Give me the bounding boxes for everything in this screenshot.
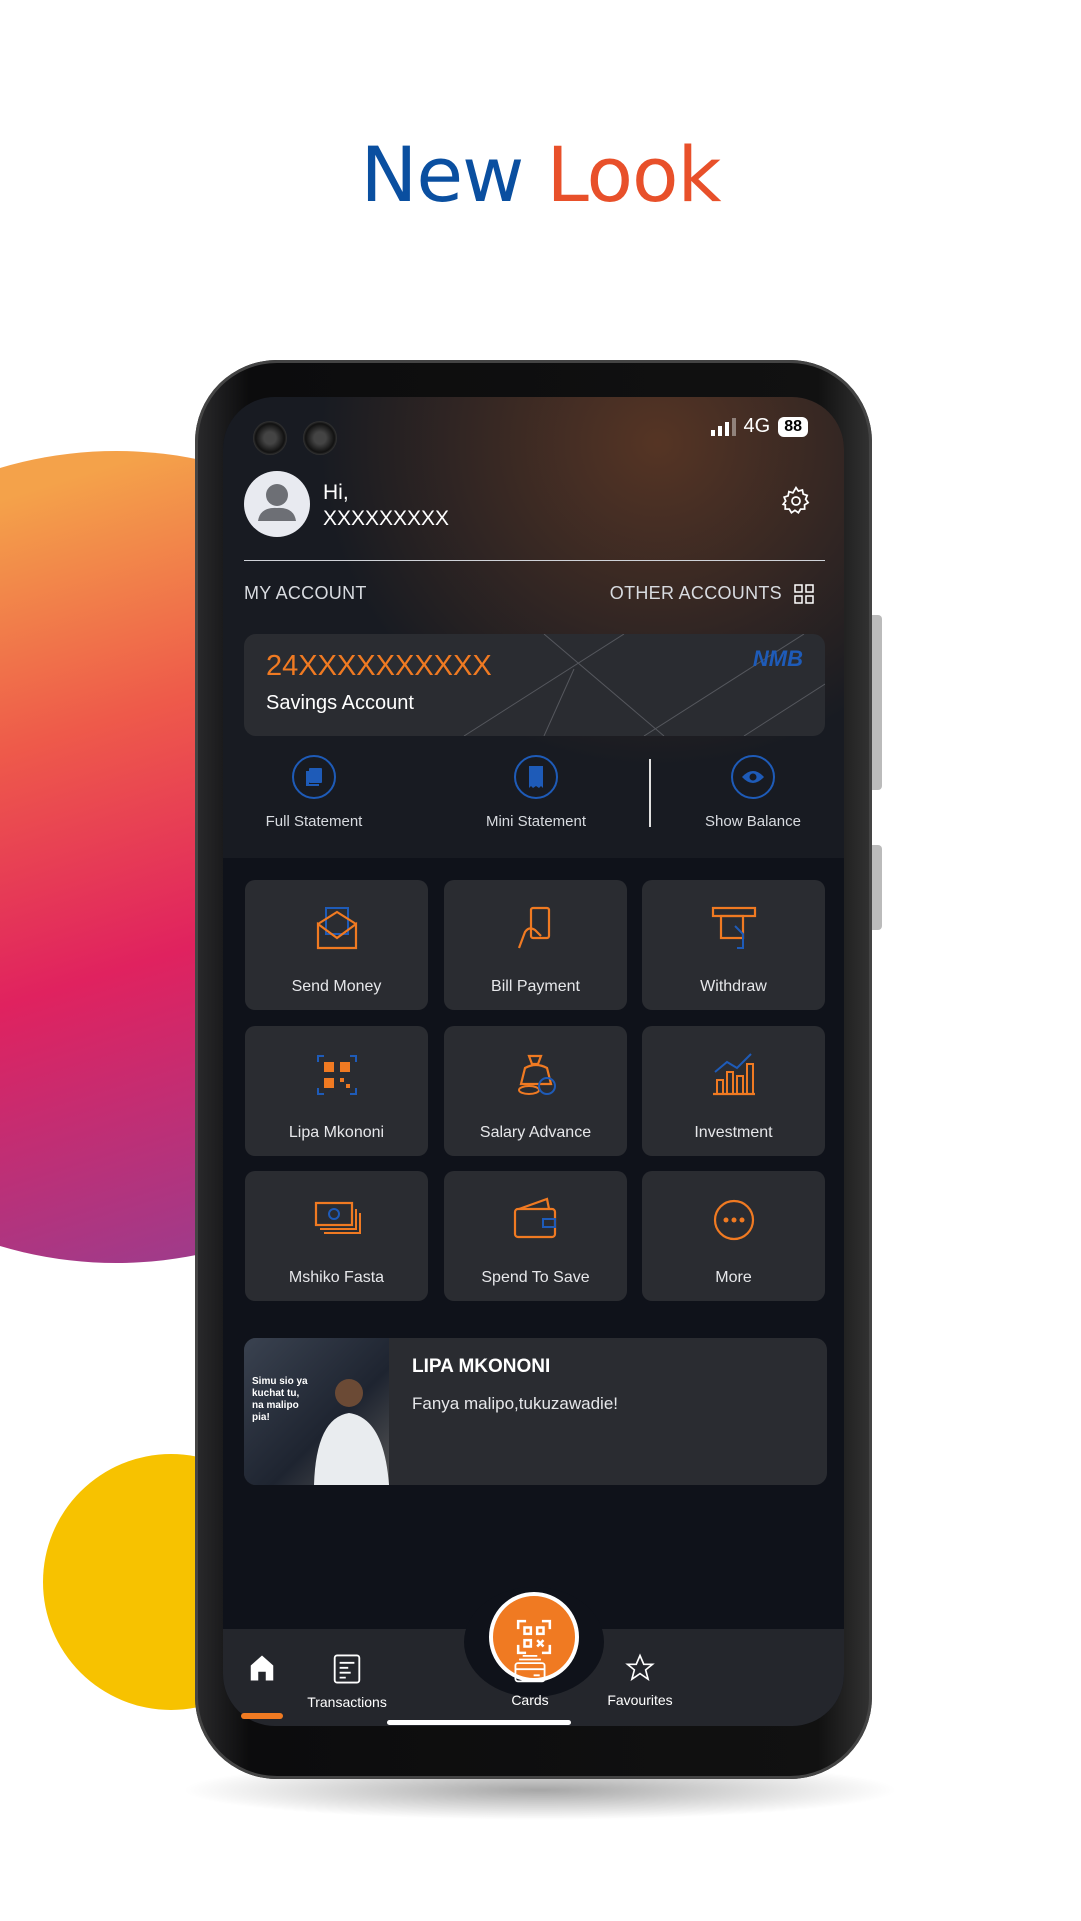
service-label: Bill Payment [491, 978, 580, 995]
account-card[interactable]: 24XXXXXXXXXX Savings Account NMB [244, 634, 825, 736]
camera-icon [253, 421, 287, 455]
status-bar: 4G 88 [710, 415, 808, 438]
hand-bill-icon [517, 906, 550, 949]
promo-subtitle: Fanya malipo,tukuzawadie! [412, 1394, 619, 1413]
banknotes-icon [314, 1201, 361, 1234]
app-screen: 4G 88 Hi, XXXXXXXXX MY ACCOUNT OTHER ACCO… [223, 397, 844, 1726]
nav-favourites[interactable]: Favourites [580, 1653, 700, 1708]
atm-icon [711, 906, 756, 949]
battery-icon: 88 [778, 416, 808, 437]
promo-image: Simu sio ya kuchat tu, na malipo pia! [244, 1338, 389, 1485]
service-label: Spend To Save [481, 1269, 590, 1286]
other-accounts-button[interactable]: OTHER ACCOUNTS [610, 583, 814, 604]
transactions-icon [333, 1654, 361, 1684]
avatar[interactable] [244, 471, 310, 537]
service-more[interactable]: More [642, 1171, 825, 1301]
eye-icon [742, 771, 764, 783]
star-icon [625, 1653, 655, 1682]
service-label: Investment [694, 1124, 773, 1141]
document-stack-icon [306, 768, 322, 786]
full-statement-button[interactable]: Full Statement [224, 755, 404, 830]
service-bill-payment[interactable]: Bill Payment [444, 880, 627, 1010]
service-label: Withdraw [700, 978, 767, 995]
service-salary-advance[interactable]: Salary Advance [444, 1026, 627, 1156]
qr-scan-icon [516, 1619, 552, 1655]
home-icon [250, 1655, 274, 1681]
money-bag-icon [517, 1054, 556, 1095]
account-number: 24XXXXXXXXXX [266, 650, 492, 682]
chart-icon [712, 1053, 755, 1096]
grid-icon [794, 583, 814, 604]
service-mshiko-fasta[interactable]: Mshiko Fasta [245, 1171, 428, 1301]
nmb-logo: NMB [752, 646, 803, 671]
gear-icon[interactable] [780, 485, 812, 517]
service-label: Mshiko Fasta [288, 1269, 385, 1286]
service-withdraw[interactable]: Withdraw [642, 880, 825, 1010]
card-icon [514, 1654, 546, 1683]
divider [244, 560, 825, 561]
nav-cards[interactable]: Cards [470, 1653, 590, 1708]
promo-banner[interactable]: Simu sio ya kuchat tu, na malipo pia! LI… [244, 1338, 827, 1485]
power-button [872, 845, 882, 930]
account-type: Savings Account [266, 692, 414, 714]
service-spend-to-save[interactable]: Spend To Save [444, 1171, 627, 1301]
service-label: Salary Advance [479, 1124, 592, 1141]
service-label: More [715, 1269, 752, 1286]
user-icon [258, 484, 296, 521]
home-indicator [387, 1720, 571, 1725]
camera-icon [303, 421, 337, 455]
my-account-label: MY ACCOUNT [244, 583, 367, 603]
nav-transactions[interactable]: Transactions [287, 1653, 407, 1710]
receipt-icon [529, 766, 543, 788]
service-lipa-mkononi[interactable]: Lipa Mkononi [245, 1026, 428, 1156]
mini-statement-button[interactable]: Mini Statement [446, 755, 626, 830]
divider [649, 759, 651, 827]
volume-button [872, 615, 882, 790]
service-investment[interactable]: Investment [642, 1026, 825, 1156]
headline: New Look [360, 130, 722, 219]
service-send-money[interactable]: Send Money [245, 880, 428, 1010]
greeting: Hi, XXXXXXXXX [323, 481, 450, 530]
qr-code-icon [316, 1055, 357, 1095]
active-indicator [241, 1713, 283, 1719]
more-icon [713, 1199, 754, 1241]
envelope-money-icon [316, 907, 357, 950]
wallet-icon [513, 1197, 556, 1239]
service-label: Lipa Mkononi [288, 1124, 385, 1141]
signal-icon [710, 417, 736, 436]
show-balance-button[interactable]: Show Balance [663, 755, 843, 830]
service-label: Send Money [291, 978, 382, 995]
promo-title: LIPA MKONONI [412, 1356, 551, 1377]
